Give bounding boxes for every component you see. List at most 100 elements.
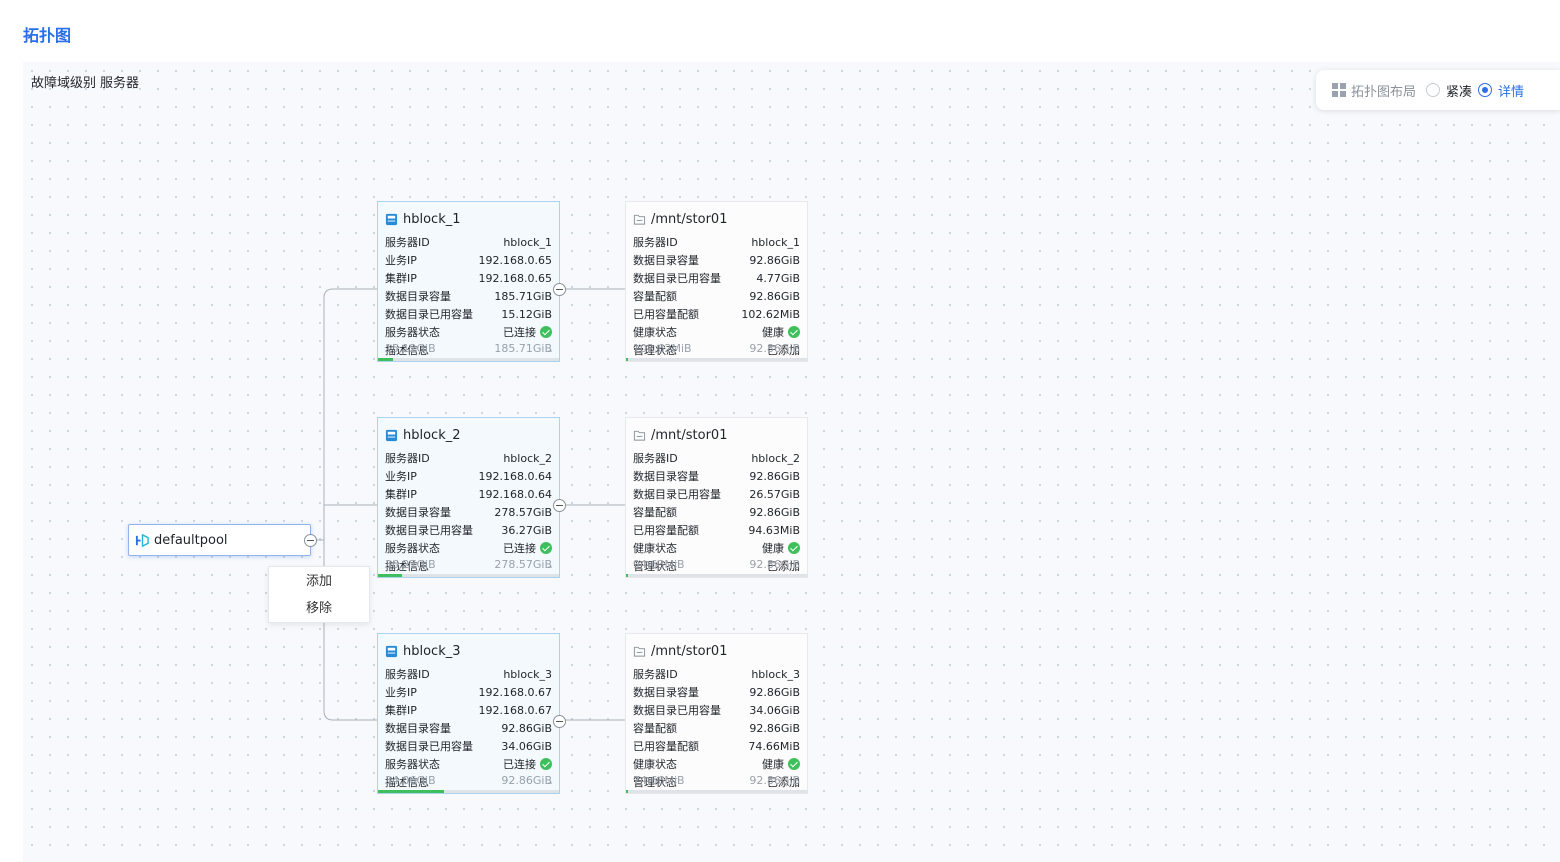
row-value: 192.168.0.67 (479, 686, 552, 699)
card-row: 数据目录容量 92.86GiB (633, 252, 800, 268)
card-row: 服务器ID hblock_1 (385, 234, 552, 250)
row-value: 4.77GiB (756, 272, 800, 285)
context-menu: 添加 移除 (268, 566, 370, 623)
usage-used: 34.06GiB (385, 774, 436, 787)
server-card[interactable]: hblock_1 服务器ID hblock_1 业务IP 192.168.0.65 集群I… (377, 201, 560, 362)
pool-name: defaultpool (154, 532, 228, 548)
check-circle-icon (788, 758, 800, 770)
row-value: 已连接 (503, 756, 552, 772)
server-card[interactable]: hblock_3 服务器ID hblock_3 业务IP 192.168.0.67 集群I… (377, 633, 560, 794)
option-detail-label[interactable]: 详情 (1498, 81, 1524, 100)
option-compact-label[interactable]: 紧凑 (1446, 81, 1472, 100)
row-value-text: 健康 (762, 326, 784, 339)
data-dir-card[interactable]: /mnt/stor01 服务器ID hblock_3 数据目录容量 92.86GiB 数据… (625, 633, 808, 794)
row-value-text: 4.77GiB (756, 271, 800, 285)
check-circle-icon (788, 542, 800, 554)
card-row: 容量配额 92.86GiB (633, 720, 800, 736)
usage-footer: 74.66MiB 92.86GiB (633, 774, 800, 788)
usage-footer: 102.62MiB 92.86GiB (633, 342, 800, 356)
folder-icon (633, 430, 646, 441)
row-label: 已用容量配额 (633, 308, 699, 321)
card-name: /mnt/stor01 (651, 211, 728, 227)
server-collapse-button[interactable] (553, 499, 566, 512)
card-row: 服务器ID hblock_3 (385, 666, 552, 682)
usage-progress-bar (626, 574, 807, 577)
usage-progress-bar (378, 358, 559, 361)
usage-progress-fill (378, 358, 393, 361)
menu-item-add[interactable]: 添加 (269, 568, 369, 595)
row-value: 192.168.0.65 (479, 272, 552, 285)
row-value: hblock_1 (751, 236, 800, 249)
row-label: 数据目录已用容量 (385, 524, 473, 537)
card-row: 健康状态 健康 (633, 540, 800, 556)
row-value: 92.86GiB (501, 722, 552, 735)
row-label: 服务器ID (633, 236, 678, 249)
row-label: 数据目录已用容量 (385, 740, 473, 753)
usage-footer: 36.27GiB 278.57GiB (385, 558, 552, 572)
row-value: 192.168.0.67 (479, 704, 552, 717)
row-label: 业务IP (385, 254, 417, 267)
card-row: 健康状态 健康 (633, 324, 800, 340)
row-value-text: hblock_3 (751, 667, 800, 681)
radio-compact[interactable] (1426, 83, 1441, 97)
row-label: 数据目录容量 (385, 290, 451, 303)
card-row: 数据目录容量 185.71GiB (385, 288, 552, 304)
dir-title: /mnt/stor01 (633, 426, 727, 444)
row-value-text: hblock_2 (503, 451, 552, 465)
row-value-text: 102.62MiB (741, 307, 800, 321)
server-title: hblock_1 (385, 210, 461, 228)
server-collapse-button[interactable] (553, 283, 566, 296)
server-collapse-button[interactable] (553, 715, 566, 728)
usage-footer: 15.12GiB 185.71GiB (385, 342, 552, 356)
row-label: 服务器ID (633, 452, 678, 465)
usage-total: 185.71GiB (494, 342, 552, 355)
row-label: 健康状态 (633, 542, 677, 555)
data-dir-card[interactable]: /mnt/stor01 服务器ID hblock_1 数据目录容量 92.86GiB 数据… (625, 201, 808, 362)
row-label: 数据目录容量 (633, 686, 699, 699)
radio-detail[interactable] (1478, 83, 1493, 97)
card-row: 服务器ID hblock_2 (385, 450, 552, 466)
server-card[interactable]: hblock_2 服务器ID hblock_2 业务IP 192.168.0.64 集群I… (377, 417, 560, 578)
fault-domain-level: 故障域级别 服务器 (31, 72, 143, 91)
row-value: hblock_3 (503, 668, 552, 681)
row-value: 92.86GiB (749, 290, 800, 303)
usage-progress-fill (626, 790, 629, 793)
card-row: 容量配额 92.86GiB (633, 288, 800, 304)
row-value: hblock_1 (503, 236, 552, 249)
row-value: hblock_3 (751, 668, 800, 681)
row-value-text: 36.27GiB (501, 523, 552, 537)
row-value-text: 94.63MiB (748, 523, 800, 537)
card-row: 服务器ID hblock_1 (633, 234, 800, 250)
row-value: 92.86GiB (749, 722, 800, 735)
pool-collapse-button[interactable] (304, 534, 317, 547)
row-value: 36.27GiB (501, 524, 552, 537)
row-value-text: 192.168.0.67 (478, 685, 552, 699)
card-name: /mnt/stor01 (651, 643, 728, 659)
fault-domain-label: 故障域级别 (31, 76, 97, 91)
row-value: 34.06GiB (501, 740, 552, 753)
row-value: 健康 (762, 324, 800, 340)
usage-progress-fill (626, 574, 629, 577)
row-label: 集群IP (385, 704, 417, 717)
card-row: 集群IP 192.168.0.65 (385, 270, 552, 286)
row-label: 已用容量配额 (633, 524, 699, 537)
row-label: 数据目录容量 (633, 470, 699, 483)
row-value: hblock_2 (751, 452, 800, 465)
row-value: 92.86GiB (749, 470, 800, 483)
row-value: 92.86GiB (749, 254, 800, 267)
row-label: 业务IP (385, 686, 417, 699)
pool-node[interactable]: defaultpool (128, 524, 311, 556)
usage-used: 102.62MiB (633, 342, 692, 355)
usage-used: 15.12GiB (385, 342, 436, 355)
server-title: hblock_3 (385, 642, 461, 660)
row-label: 数据目录已用容量 (633, 488, 721, 501)
data-dir-card[interactable]: /mnt/stor01 服务器ID hblock_2 数据目录容量 92.86GiB 数据… (625, 417, 808, 578)
row-value: 已连接 (503, 540, 552, 556)
row-value-text: 92.86GiB (749, 289, 800, 303)
card-row: 服务器状态 已连接 (385, 324, 552, 340)
row-value: 已连接 (503, 324, 552, 340)
menu-item-remove[interactable]: 移除 (269, 595, 369, 622)
card-name: /mnt/stor01 (651, 427, 728, 443)
usage-progress-fill (378, 574, 402, 577)
card-name: hblock_1 (403, 211, 461, 227)
